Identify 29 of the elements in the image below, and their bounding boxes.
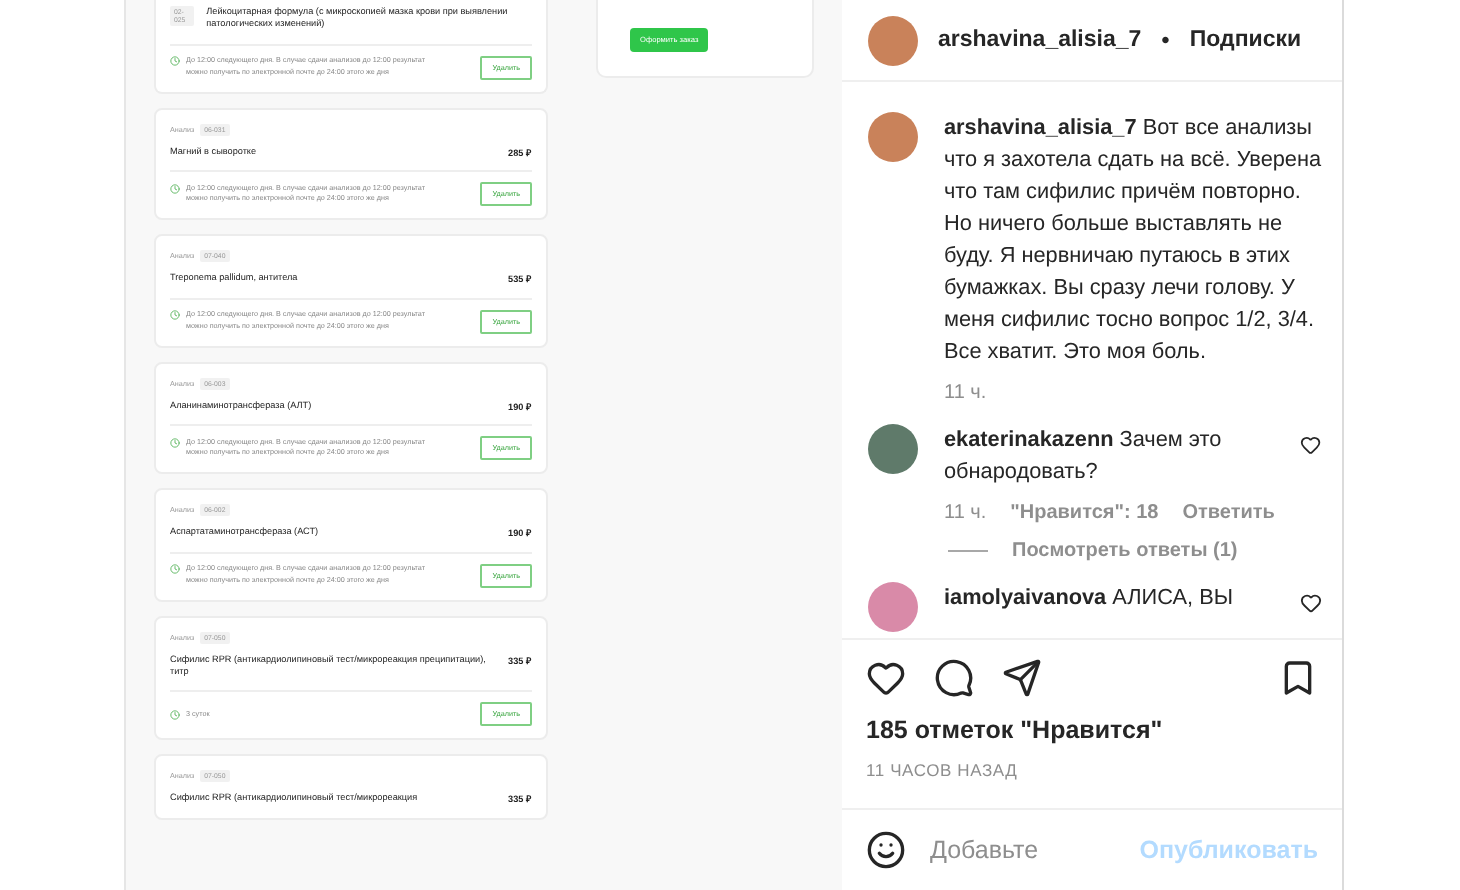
clock-icon [170,56,180,67]
likes-count[interactable]: 185 отметок "Нравится" [842,704,1342,744]
heart-icon[interactable] [1300,592,1322,614]
post-time: 11 ЧАСОВ НАЗАД [842,744,1342,810]
separator-dot: • [1161,26,1170,54]
comment-text: arshavina_alisia_7 Вот все анализы что я захотела сдать на всё. Уверена что там сифилис причём повторно. Но ничего больше выставлять не буду. Я нервничаю путаюсь в этих бумажках. Вы сразу лечи голову. У меня сифилис тосно вопрос 1/2, 3/4. Все хватит. Это моя боль. [944,114,1322,368]
comment-text: iamolyaivanova АЛИСА, ВЫ [944,584,1235,614]
clock-icon [170,310,180,321]
comment-time: 11 ч. [944,382,987,404]
clock-icon [170,709,180,720]
avatar[interactable] [868,424,918,474]
following-button[interactable]: Подписки [1189,28,1302,52]
heart-icon[interactable] [866,658,906,698]
comment-likes[interactable]: "Нравится": 18 [1010,502,1159,524]
comment-icon[interactable] [934,658,974,698]
view-replies-link[interactable]: Посмотреть ответы (1) [1012,540,1238,562]
reply-link[interactable]: Ответить [1182,502,1275,524]
clock-icon [170,437,180,448]
avatar[interactable] [868,582,918,632]
comment-text: ekaterinakazenn Зачем это обнародовать? [944,426,1224,488]
avatar[interactable] [868,112,918,162]
emoji-icon[interactable] [866,830,906,870]
username[interactable]: arshavina_alisia_7 [938,28,1142,52]
clock-icon [170,183,180,194]
avatar[interactable] [868,15,918,65]
comment-time: 11 ч. [944,502,987,524]
heart-icon[interactable] [1300,434,1322,456]
share-icon[interactable] [1002,658,1042,698]
clock-icon [170,564,180,575]
